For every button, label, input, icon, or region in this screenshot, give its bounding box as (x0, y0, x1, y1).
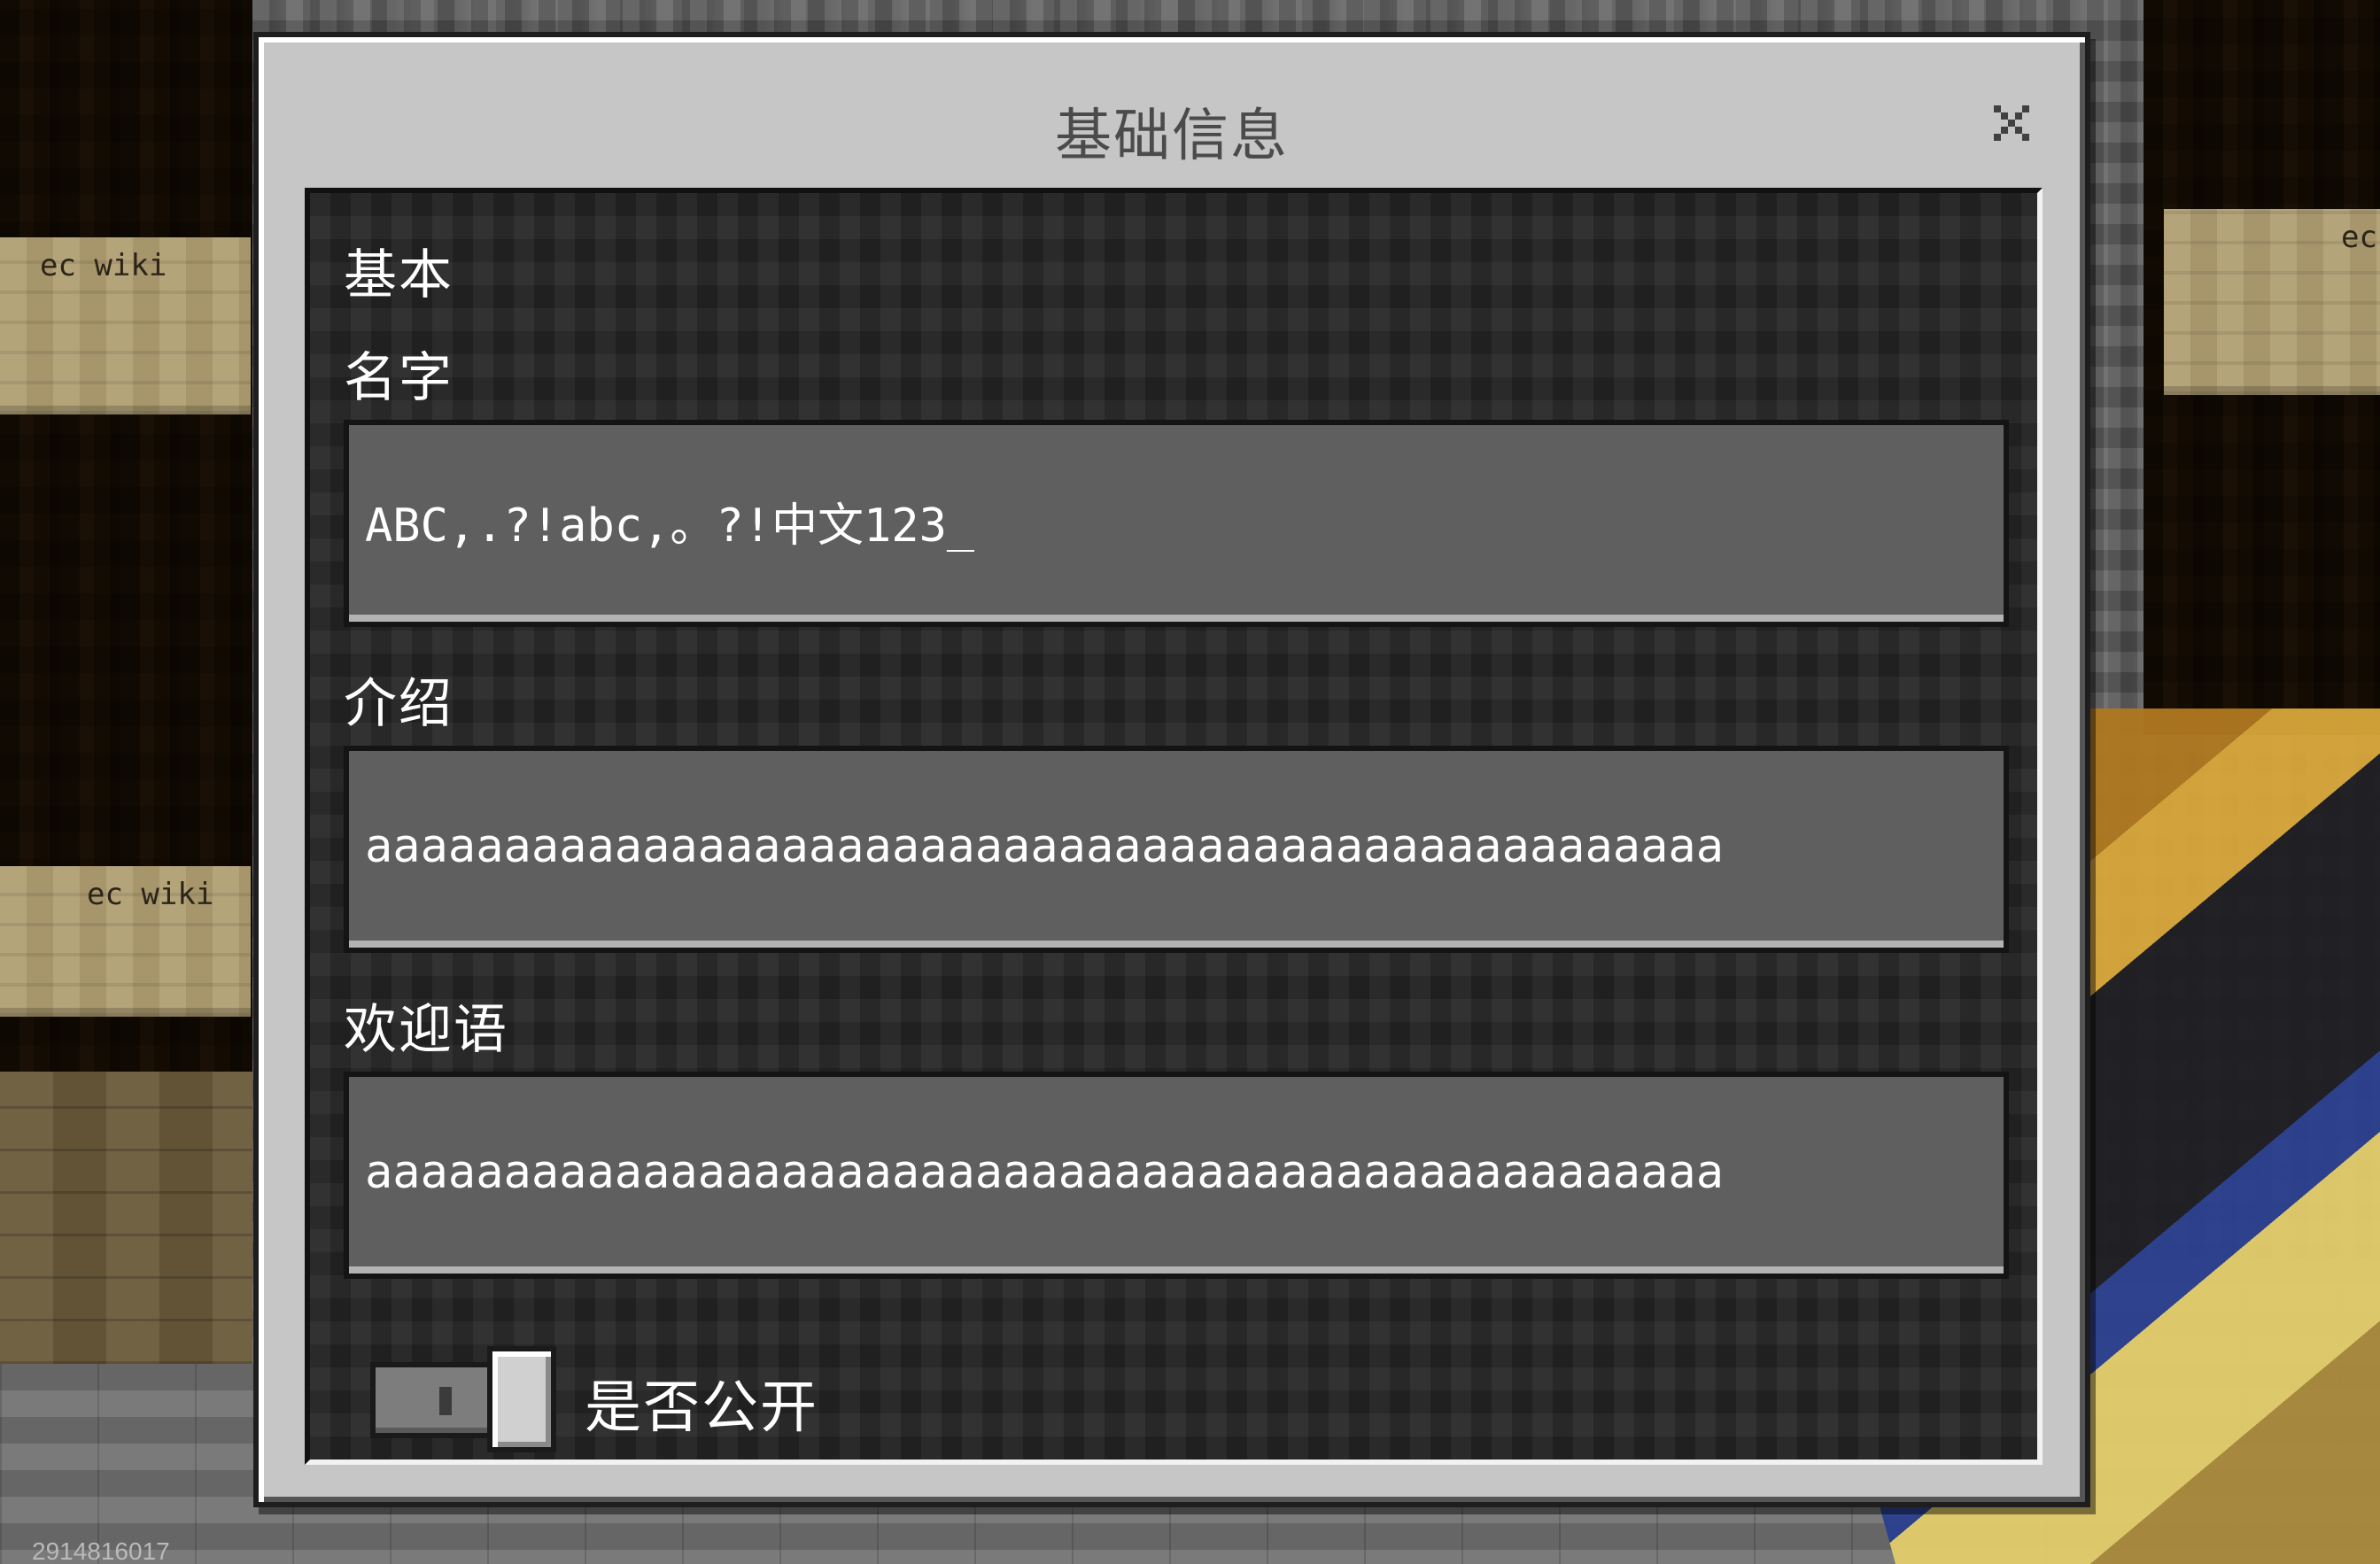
toggle-track (370, 1362, 494, 1438)
basic-info-dialog: 基础信息 基本 名字 ABC,.?!abc,。?!中文123_ 介绍 aaaaa… (253, 32, 2090, 1507)
dialog-title: 基础信息 (1055, 104, 1289, 169)
form-panel: 基本 名字 ABC,.?!abc,。?!中文123_ 介绍 aaaaaaaaaa… (305, 188, 2043, 1465)
sign-text: ec wiki (87, 877, 214, 912)
public-toggle-label: 是否公开 (585, 1375, 818, 1441)
sign-text: ec (2341, 220, 2377, 255)
welcome-label: 欢迎语 (344, 999, 508, 1061)
intro-label: 介绍 (344, 673, 454, 735)
public-toggle[interactable] (370, 1346, 556, 1452)
welcome-input[interactable]: aaaaaaaaaaaaaaaaaaaaaaaaaaaaaaaaaaaaaaaa… (344, 1072, 2009, 1279)
intro-input[interactable]: aaaaaaaaaaaaaaaaaaaaaaaaaaaaaaaaaaaaaaaa… (344, 746, 2009, 953)
close-icon (1994, 105, 2029, 141)
section-heading: 基本 (344, 244, 454, 306)
sign-ec-wiki-2: ec wiki (0, 866, 251, 1017)
name-value: ABC,.?!abc,。?!中文123_ (365, 499, 975, 553)
close-button[interactable] (1981, 92, 2043, 154)
name-label: 名字 (344, 347, 454, 409)
sign-ec-right: ec (2164, 209, 2380, 395)
toggle-knob[interactable] (487, 1346, 556, 1452)
wood-planks (0, 1072, 252, 1364)
welcome-value: aaaaaaaaaaaaaaaaaaaaaaaaaaaaaaaaaaaaaaaa… (365, 1146, 1725, 1199)
name-input[interactable]: ABC,.?!abc,。?!中文123_ (344, 420, 2009, 627)
sign-ec-wiki-1: ec wiki (0, 237, 251, 414)
intro-value: aaaaaaaaaaaaaaaaaaaaaaaaaaaaaaaaaaaaaaaa… (365, 820, 1725, 873)
sign-text: ec wiki (40, 248, 167, 283)
left-wood-log (0, 0, 252, 1258)
seed-text: 2914816017 (32, 1537, 170, 1564)
